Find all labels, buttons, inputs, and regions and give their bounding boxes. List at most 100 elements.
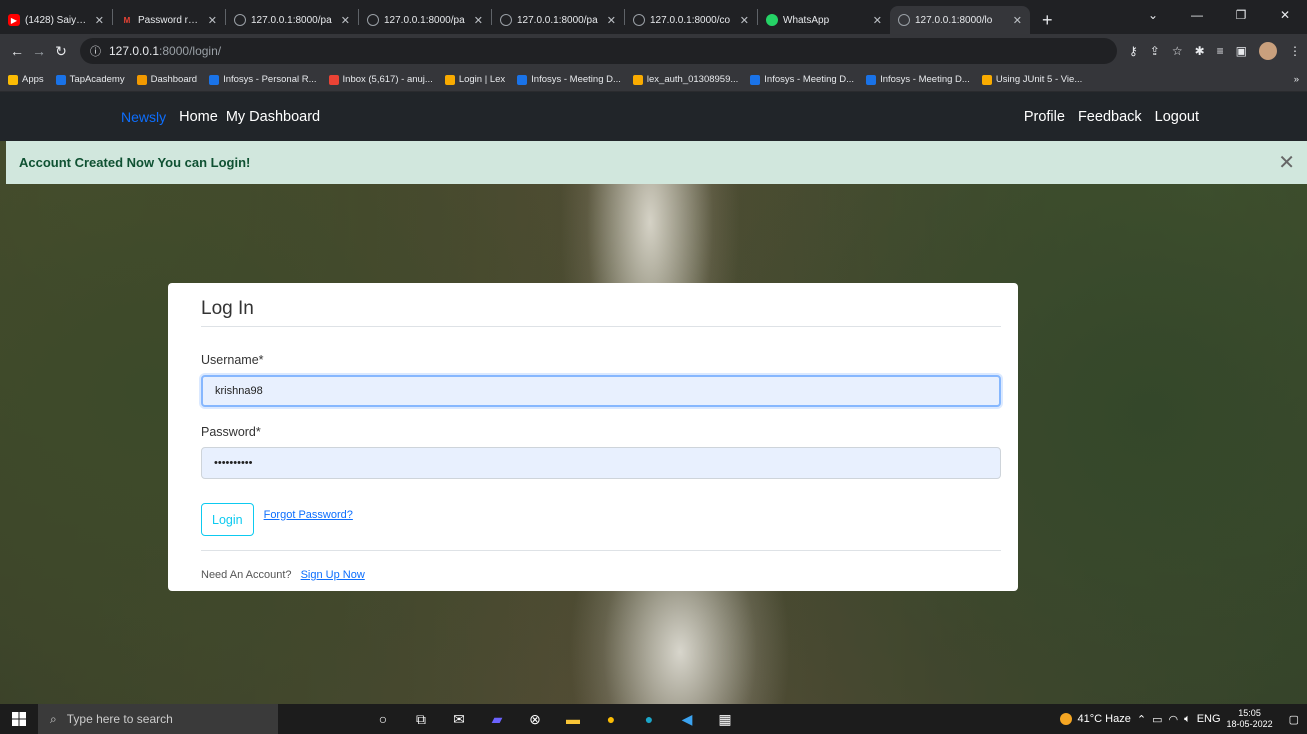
info-icon[interactable]: ⓘ	[90, 43, 101, 59]
battery-icon[interactable]: ▭	[1152, 713, 1162, 726]
login-button[interactable]: Login	[201, 503, 254, 536]
globe-icon	[367, 14, 379, 26]
site-navbar: Newsly Home My Dashboard Profile Feedbac…	[0, 92, 1307, 141]
username-input[interactable]	[201, 375, 1001, 407]
bookmark-item[interactable]: lex_auth_01308959...	[632, 74, 738, 85]
password-input[interactable]	[201, 447, 1001, 479]
browser-tab[interactable]: MPassword reset on✕	[113, 6, 225, 34]
windows-taskbar: ⌕ Type here to search ○ ⧉ ✉ ▰ ⊗ ▬ ● ● ◀ …	[0, 704, 1307, 734]
task-view-icon[interactable]: ⧉	[402, 711, 440, 728]
back-icon[interactable]: ←	[6, 43, 28, 59]
new-tab-button[interactable]: +	[1030, 6, 1065, 34]
search-icon: ⌕	[50, 711, 57, 726]
bookmark-icon	[632, 74, 643, 85]
close-tab-icon[interactable]: ✕	[208, 14, 217, 27]
more-bookmarks-icon[interactable]: »	[1294, 74, 1299, 85]
browser-tab[interactable]: 127.0.0.1:8000/pa ✕	[359, 6, 491, 34]
date-text: 18-05-2022	[1226, 719, 1273, 729]
key-icon[interactable]: ⚷	[1129, 44, 1138, 58]
close-tab-icon[interactable]: ✕	[740, 14, 749, 27]
divider	[201, 550, 1001, 551]
notification-icon[interactable]: ▢	[1289, 713, 1299, 726]
clock[interactable]: 15:05 18-05-2022	[1227, 708, 1273, 730]
reading-list-icon[interactable]: ≡	[1217, 44, 1224, 58]
close-tab-icon[interactable]: ✕	[474, 14, 483, 27]
bookmark-icon	[981, 74, 992, 85]
close-tab-icon[interactable]: ✕	[607, 14, 616, 27]
nav-home-link[interactable]: Home	[179, 109, 218, 125]
bookmark-item[interactable]: Infosys - Meeting D...	[866, 74, 970, 85]
alert-message: Account Created Now You can Login!	[19, 155, 251, 170]
wifi-icon[interactable]: ◠	[1168, 713, 1178, 726]
mail-icon[interactable]: ✉	[440, 711, 478, 728]
signup-link[interactable]: Sign Up Now	[301, 569, 365, 581]
bookmark-star-icon[interactable]: ☆	[1172, 44, 1183, 58]
globe-icon	[234, 14, 246, 26]
signup-prompt: Need An Account? Sign Up Now	[201, 569, 1002, 581]
login-card: Log In Username* Password* Login Forgot …	[168, 283, 1018, 591]
close-tab-icon[interactable]: ✕	[873, 14, 882, 27]
nav-feedback-link[interactable]: Feedback	[1078, 109, 1142, 125]
time-text: 15:05	[1238, 708, 1261, 718]
language-text[interactable]: ENG	[1197, 713, 1221, 725]
bookmark-icon	[136, 74, 147, 85]
bookmark-item[interactable]: Infosys - Personal R...	[209, 74, 317, 85]
reload-icon[interactable]: ↻	[50, 43, 72, 60]
brand-link[interactable]: Newsly	[121, 109, 166, 125]
vscode-icon[interactable]: ◀	[668, 711, 706, 728]
globe-icon	[633, 14, 645, 26]
file-explorer-icon[interactable]: ▬	[554, 711, 592, 727]
bookmark-item[interactable]: Infosys - Meeting D...	[750, 74, 854, 85]
bookmark-icon	[209, 74, 220, 85]
address-bar: ← → ↻ ⓘ 127.0.0.1:8000/login/ ⚷ ⇪ ☆ ✱ ≡ …	[0, 34, 1307, 68]
browser-tab[interactable]: 127.0.0.1:8000/pa ✕	[226, 6, 358, 34]
nav-dashboard-link[interactable]: My Dashboard	[226, 109, 320, 125]
side-panel-icon[interactable]: ▣	[1236, 44, 1247, 58]
close-icon[interactable]: ✕	[1278, 150, 1295, 175]
chrome-icon[interactable]: ●	[592, 711, 630, 727]
photos-icon[interactable]: ▦	[706, 711, 744, 728]
bookmark-item[interactable]: Inbox (5,617) - anuj...	[328, 74, 433, 85]
extensions-icon[interactable]: ✱	[1195, 44, 1205, 58]
close-tab-icon[interactable]: ✕	[341, 14, 350, 27]
close-tab-icon[interactable]: ✕	[1013, 14, 1022, 27]
tab-search-icon[interactable]: ⌄	[1131, 8, 1175, 22]
menu-icon[interactable]: ⋮	[1289, 44, 1301, 58]
taskbar-apps: ○ ⧉ ✉ ▰ ⊗ ▬ ● ● ◀ ▦	[364, 711, 744, 728]
share-icon[interactable]: ⇪	[1150, 44, 1160, 58]
bookmark-item[interactable]: TapAcademy	[55, 74, 125, 85]
bookmark-item[interactable]: Apps	[8, 74, 44, 85]
browser-tab[interactable]: 127.0.0.1:8000/pa ✕	[492, 6, 624, 34]
nav-logout-link[interactable]: Logout	[1155, 109, 1199, 125]
bookmark-item[interactable]: Using JUnit 5 - Vie...	[981, 74, 1082, 85]
close-window-icon[interactable]: ✕	[1263, 8, 1307, 22]
system-tray: 41°C Haze ⌃ ▭ ◠ 🔈︎ ENG 15:05 18-05-2022 …	[1059, 708, 1307, 730]
bookmark-item[interactable]: Login | Lex	[444, 74, 505, 85]
browser-tab[interactable]: WhatsApp ✕	[758, 6, 890, 34]
edge-icon[interactable]: ●	[630, 711, 668, 727]
bookmark-item[interactable]: Dashboard	[136, 74, 197, 85]
weather-text[interactable]: 41°C Haze	[1078, 713, 1131, 725]
chevron-up-icon[interactable]: ⌃	[1137, 713, 1146, 726]
globe-icon	[898, 14, 910, 26]
app-icon[interactable]: ▰	[478, 711, 516, 728]
browser-tab[interactable]: 127.0.0.1:8000/co ✕	[625, 6, 757, 34]
nav-profile-link[interactable]: Profile	[1024, 109, 1065, 125]
windows-start-icon[interactable]	[0, 704, 38, 734]
minimize-icon[interactable]: —	[1175, 8, 1219, 22]
bookmark-item[interactable]: Infosys - Meeting D...	[517, 74, 621, 85]
volume-icon[interactable]: 🔈︎	[1184, 713, 1191, 726]
url-input[interactable]: ⓘ 127.0.0.1:8000/login/	[80, 38, 1117, 64]
close-tab-icon[interactable]: ✕	[95, 14, 104, 27]
window-controls: ⌄ — ❐ ✕	[1131, 0, 1307, 30]
taskbar-search-input[interactable]: ⌕ Type here to search	[38, 704, 278, 734]
forgot-password-link[interactable]: Forgot Password?	[264, 509, 353, 521]
bookmark-icon	[444, 74, 455, 85]
xbox-icon[interactable]: ⊗	[516, 711, 554, 728]
browser-tab[interactable]: ▶(1428) Saiyaara (s✕	[0, 6, 112, 34]
maximize-icon[interactable]: ❐	[1219, 8, 1263, 22]
browser-tab-active[interactable]: 127.0.0.1:8000/lo ✕	[890, 6, 1030, 34]
profile-avatar[interactable]	[1259, 42, 1277, 60]
forward-icon[interactable]: →	[28, 43, 50, 59]
cortana-icon[interactable]: ○	[364, 711, 402, 727]
